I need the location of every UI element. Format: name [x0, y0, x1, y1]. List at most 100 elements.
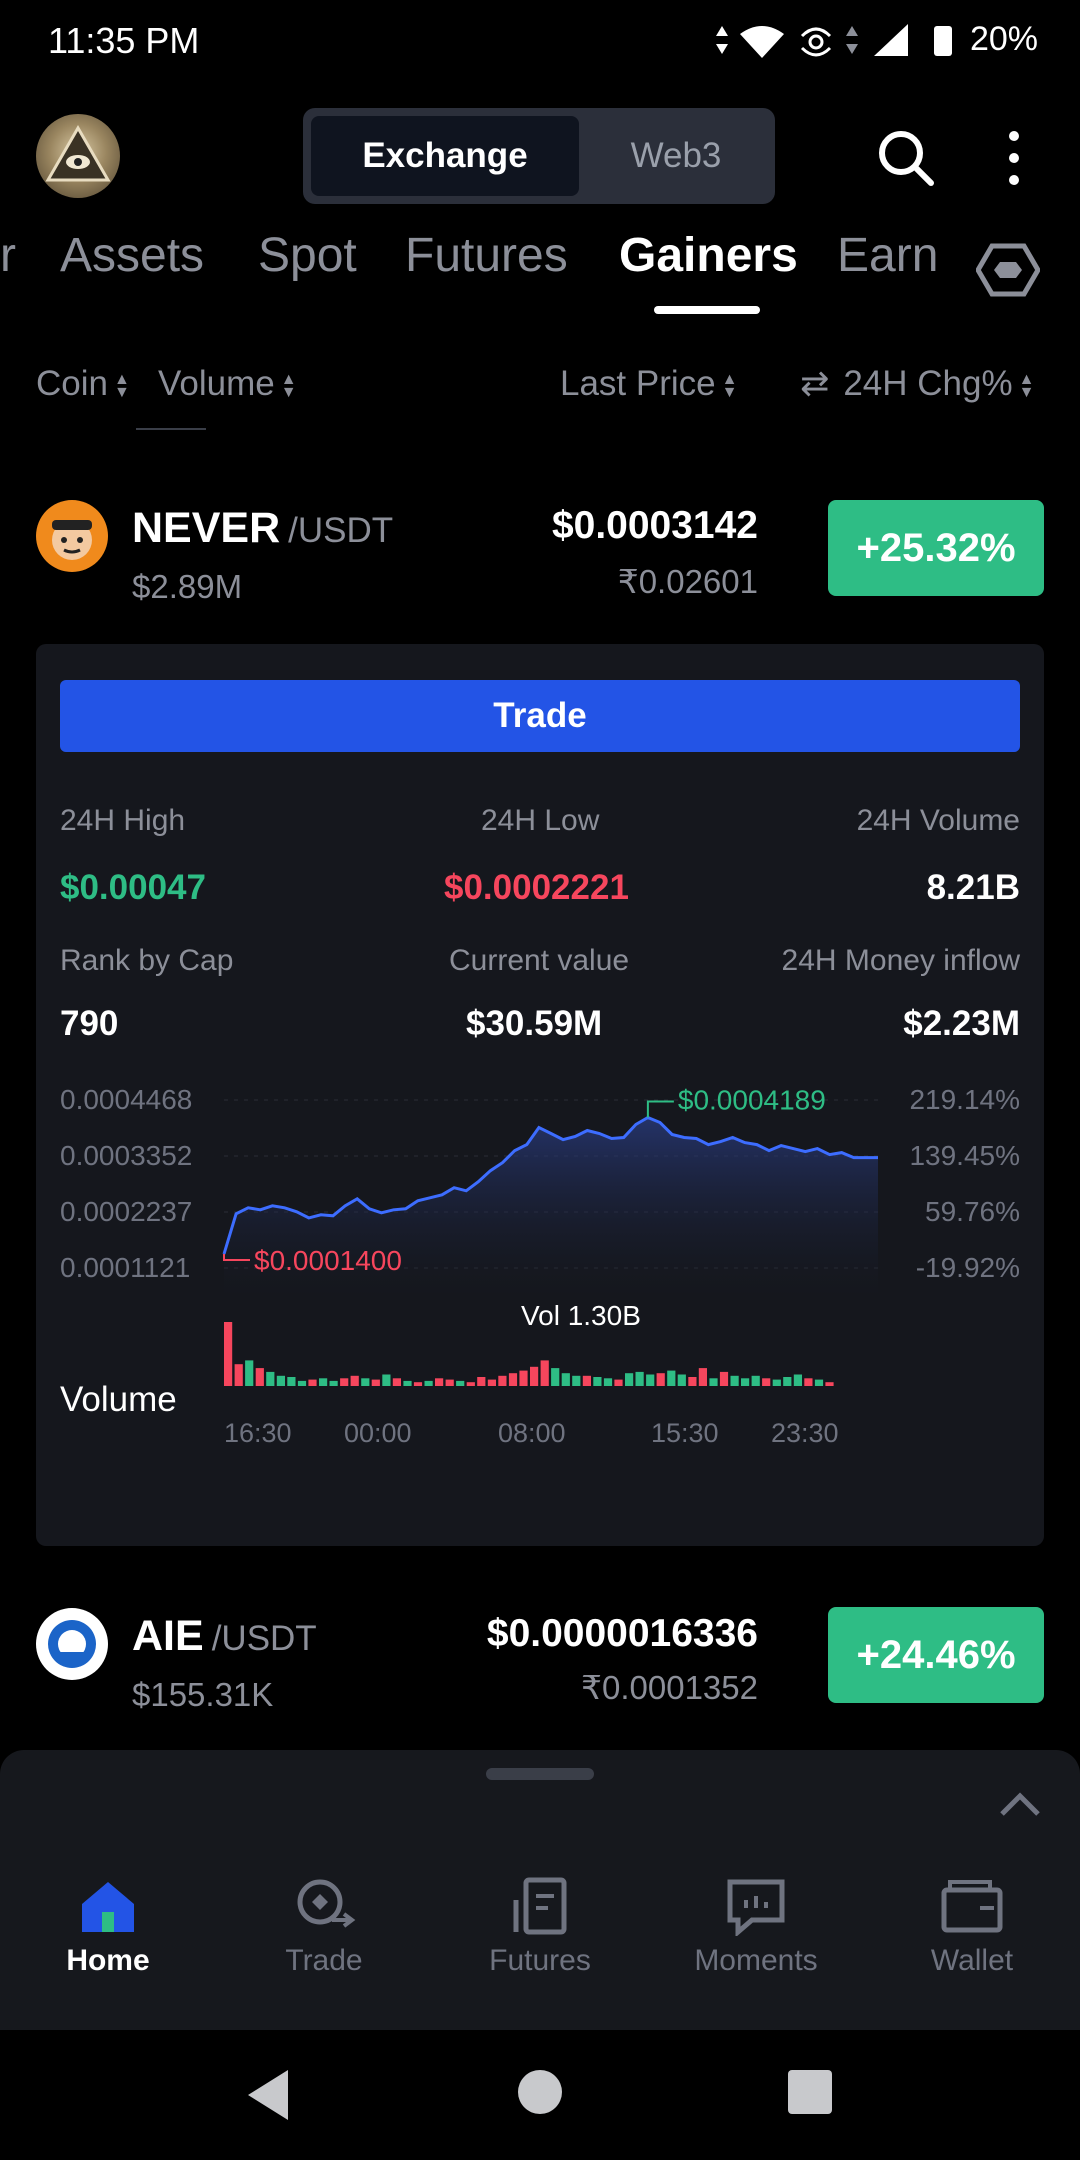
sort-last-price[interactable]: Last Price ▲ ▼: [560, 364, 737, 404]
stat-current-value: $30.59M: [466, 1004, 603, 1043]
volume-bar: [667, 1370, 676, 1386]
last-price: $0.0003142: [551, 504, 758, 547]
fiat-price: ₹0.0001352: [581, 1669, 758, 1706]
volume-bar: [403, 1380, 412, 1386]
stat-label-rank: Rank by Cap: [60, 944, 234, 977]
nav-wallet[interactable]: Wallet: [892, 1876, 1052, 1978]
trade-icon: [297, 1879, 356, 1928]
volume-bar: [245, 1360, 254, 1386]
category-tabs: r Assets Spot Futures Gainers Earn: [0, 228, 1080, 318]
volume-bar: [572, 1375, 581, 1386]
recents-icon[interactable]: [786, 2068, 834, 2116]
x-tick-label: 08:00: [498, 1418, 566, 1448]
nav-home[interactable]: Home: [28, 1876, 188, 1978]
nav-futures[interactable]: Futures: [460, 1876, 620, 1978]
tab-partial[interactable]: r: [0, 228, 16, 283]
stat-label-24h-high: 24H High: [60, 804, 186, 837]
nav-moments[interactable]: Moments: [676, 1876, 836, 1978]
volume-bar: [561, 1373, 570, 1386]
stat-label-24h-low: 24H Low: [481, 804, 600, 837]
volume-bar: [445, 1379, 454, 1386]
vol-total: Vol 1.30B: [521, 1300, 641, 1331]
coin-never-icon: [36, 500, 108, 572]
volume-bar: [688, 1377, 697, 1386]
sort-underline: [136, 428, 206, 430]
back-icon[interactable]: [244, 2068, 292, 2122]
battery-icon: [934, 26, 952, 56]
chevron-up-icon[interactable]: [996, 1786, 1044, 1822]
volume-bar: [498, 1375, 507, 1386]
volume-bar: [698, 1368, 707, 1386]
segment-web3[interactable]: Web3: [583, 116, 769, 196]
trade-button[interactable]: Trade: [60, 680, 1020, 752]
last-price: $0.0000016336: [486, 1612, 758, 1655]
volume-bar: [635, 1371, 644, 1386]
volume-bar: [319, 1378, 328, 1386]
nav-label: Wallet: [930, 1944, 1014, 1977]
sort-arrows-icon: ▲ ▼: [113, 370, 130, 401]
tab-assets[interactable]: Assets: [60, 228, 204, 283]
wifi-icon: [740, 26, 784, 58]
tab-earn[interactable]: Earn: [837, 228, 938, 283]
search-icon[interactable]: [876, 128, 936, 188]
avatar[interactable]: [36, 114, 120, 198]
nav-trade[interactable]: Trade: [244, 1876, 404, 1978]
volume-bar: [741, 1378, 750, 1386]
tab-futures[interactable]: Futures: [405, 228, 568, 283]
sort-24h-change[interactable]: ⇄ 24H Chg% ▲ ▼: [800, 364, 1034, 404]
volume-bar: [814, 1379, 824, 1386]
sort-volume[interactable]: Volume ▲ ▼: [158, 364, 297, 404]
volume-bar: [340, 1378, 349, 1386]
volume-bar: [582, 1375, 591, 1386]
volume-bar: [255, 1368, 264, 1386]
signal-arrows-icon: [846, 26, 858, 54]
volume-bar: [625, 1373, 634, 1386]
segment-exchange[interactable]: Exchange: [311, 116, 579, 196]
coin-volume: $155.31K: [132, 1676, 274, 1713]
change-badge[interactable]: +24.46%: [828, 1607, 1044, 1703]
system-navigation: [0, 2030, 1080, 2160]
nav-label: Home: [66, 1944, 150, 1977]
coin-pair: /USDT: [211, 1619, 317, 1658]
price-chart[interactable]: 0.0004468 0.0003352 0.0002237 0.0001121 …: [36, 1084, 1044, 1454]
sort-coin[interactable]: Coin ▲ ▼: [36, 364, 130, 404]
tab-gainers[interactable]: Gainers: [619, 228, 798, 283]
volume-bar: [456, 1380, 465, 1386]
fiat-price: ₹0.02601: [617, 563, 758, 600]
volume-bar: [508, 1373, 518, 1386]
coin-aie-icon: [36, 1608, 108, 1680]
volume-bar: [287, 1377, 296, 1386]
volume-bar: [371, 1379, 380, 1386]
status-bar: 11:35 PM 20%: [0, 0, 1080, 84]
swap-icon[interactable]: ⇄: [800, 364, 829, 403]
max-marker: [646, 1100, 674, 1118]
stat-24h-low: $0.0002221: [444, 868, 629, 907]
bottom-navigation: Home Trade Futures Moments Wallet: [0, 1750, 1080, 2030]
hotspot-icon: [800, 27, 832, 57]
volume-bar: [551, 1368, 560, 1386]
hexagon-icon[interactable]: [976, 240, 1040, 300]
volume-bar: [435, 1378, 444, 1386]
volume-bar: [477, 1377, 486, 1386]
volume-bar: [614, 1379, 623, 1386]
volume-bar: [730, 1375, 739, 1386]
sort-arrows-icon: ▲ ▼: [1018, 370, 1035, 401]
more-menu-icon[interactable]: [1000, 128, 1028, 188]
volume-bar: [762, 1378, 771, 1386]
drag-handle[interactable]: [486, 1768, 594, 1780]
x-tick-label: 00:00: [344, 1418, 412, 1448]
volume-bar: [804, 1378, 813, 1386]
coin-pair: /USDT: [288, 511, 394, 550]
volume-bar: [530, 1366, 539, 1386]
coin-detail-panel: Trade 24H High 24H Low 24H Volume $0.000…: [36, 644, 1044, 1546]
volume-title: Volume: [60, 1380, 177, 1419]
home-circle-icon[interactable]: [516, 2068, 564, 2116]
stat-label-current-value: Current value: [449, 944, 630, 977]
tab-spot[interactable]: Spot: [258, 228, 357, 283]
price-chart-svg: $0.0004189 $0.0001400 16:30 00:00 08:00 15:30…: [222, 1084, 878, 1448]
change-badge[interactable]: +25.32%: [828, 500, 1044, 596]
avatar-eye-pyramid-icon: [45, 124, 111, 182]
coin-volume: $2.89M: [132, 568, 243, 605]
volume-bar: [593, 1377, 602, 1386]
nav-label: Futures: [489, 1944, 591, 1977]
